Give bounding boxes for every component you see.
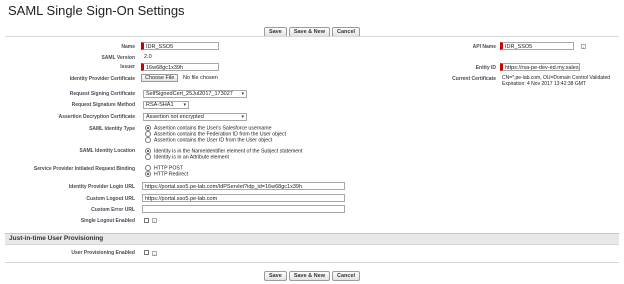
custom-logout-url-input[interactable]: https://portal.sso5.pe-lab.com bbox=[142, 194, 345, 202]
entity-id-input[interactable]: https://rsa-pe-dev-ed.my.sales bbox=[500, 63, 580, 71]
user-provisioning-label: User Provisioning Enabled bbox=[71, 250, 135, 256]
name-label: Name bbox=[121, 44, 135, 50]
identity-type-option-user-id[interactable]: Assertion contains the User ID from the … bbox=[145, 137, 272, 143]
sp-request-binding-label: Service Provider Initiated Request Bindi… bbox=[33, 166, 135, 172]
issuer-input[interactable]: 16w68gc1x39h bbox=[141, 63, 219, 71]
api-name-input[interactable]: IDR_SSO5 bbox=[500, 42, 574, 50]
save-button[interactable]: Save bbox=[263, 271, 287, 281]
request-signing-cert-select[interactable]: SelfSignedCert_25Jul2017_173027 ▾ bbox=[143, 90, 247, 98]
current-certificate-label: Current Certificate bbox=[452, 76, 496, 82]
chevron-down-icon: ▾ bbox=[183, 102, 186, 108]
saml-identity-location-label: SAML Identity Location bbox=[79, 148, 135, 154]
binding-option-http-redirect[interactable]: HTTP Redirect bbox=[145, 171, 188, 177]
identity-location-option-label: Identity is in an Attribute element bbox=[154, 154, 229, 161]
file-status: No file chosen bbox=[183, 75, 218, 81]
info-icon[interactable]: i bbox=[152, 218, 157, 224]
request-signing-cert-value: SelfSignedCert_25Jul2017_173027 bbox=[146, 91, 233, 97]
saml-identity-type-label: SAML Identity Type bbox=[89, 126, 135, 132]
request-signing-cert-label: Request Signing Certificate bbox=[69, 91, 135, 97]
idp-certificate-label: Identity Provider Certificate bbox=[69, 76, 135, 82]
custom-logout-url-label: Custom Logout URL bbox=[86, 196, 135, 202]
chevron-down-icon: ▾ bbox=[241, 91, 244, 97]
page-title: SAML Single Sign-On Settings bbox=[8, 3, 185, 18]
custom-error-url-input[interactable] bbox=[142, 205, 345, 213]
info-icon[interactable]: i bbox=[581, 44, 586, 50]
assertion-decryption-cert-label: Assertion Decryption Certificate bbox=[58, 114, 135, 120]
choose-file-button[interactable]: Choose File bbox=[141, 74, 179, 82]
jit-section-title: Just-in-time User Provisioning bbox=[9, 235, 104, 242]
user-provisioning-checkbox[interactable] bbox=[144, 250, 149, 255]
name-input[interactable]: IDR_SSO5 bbox=[141, 42, 219, 50]
request-signature-method-value: RSA-SHA1 bbox=[146, 102, 174, 108]
current-certificate-expiration: Expiration: 4 Nov 2017 13:42:38 GMT bbox=[502, 81, 586, 87]
saml-version-label: SAML Version bbox=[101, 55, 135, 61]
radio-selected-icon[interactable] bbox=[145, 171, 151, 177]
info-icon[interactable]: i bbox=[152, 251, 157, 257]
issuer-label: Issuer bbox=[120, 64, 135, 70]
single-logout-enabled-label: Single Logout Enabled bbox=[80, 218, 135, 224]
api-name-label: API Name bbox=[472, 44, 496, 50]
request-signature-method-label: Request Signature Method bbox=[71, 102, 135, 108]
entity-id-label: Entity ID bbox=[475, 65, 496, 71]
idp-login-url-input[interactable]: https://portal.sso5.pe-lab.com/IdPServle… bbox=[142, 182, 345, 190]
custom-error-url-label: Custom Error URL bbox=[91, 207, 135, 213]
single-logout-checkbox[interactable] bbox=[144, 218, 149, 223]
binding-option-label: HTTP Redirect bbox=[154, 171, 189, 178]
assertion-decryption-cert-select[interactable]: Assertion not encrypted ▾ bbox=[143, 113, 247, 121]
radio-icon[interactable] bbox=[145, 154, 151, 160]
bottom-button-row: Save Save & New Cancel bbox=[0, 271, 624, 281]
identity-type-option-label: Assertion contains the User ID from the … bbox=[154, 137, 273, 144]
assertion-decryption-cert-value: Assertion not encrypted bbox=[146, 114, 204, 120]
jit-section-header: Just-in-time User Provisioning bbox=[5, 233, 619, 245]
cancel-button[interactable]: Cancel bbox=[332, 271, 361, 281]
idp-login-url-label: Identity Provider Login URL bbox=[68, 184, 135, 190]
request-signature-method-select[interactable]: RSA-SHA1 ▾ bbox=[143, 101, 189, 109]
saml-version-value: 2.0 bbox=[144, 54, 152, 60]
identity-location-option-attribute[interactable]: Identity is in an Attribute element bbox=[145, 154, 229, 160]
chevron-down-icon: ▾ bbox=[241, 114, 244, 120]
save-new-button[interactable]: Save & New bbox=[288, 271, 330, 281]
radio-icon[interactable] bbox=[145, 137, 151, 143]
form-bottom-divider bbox=[5, 262, 619, 263]
